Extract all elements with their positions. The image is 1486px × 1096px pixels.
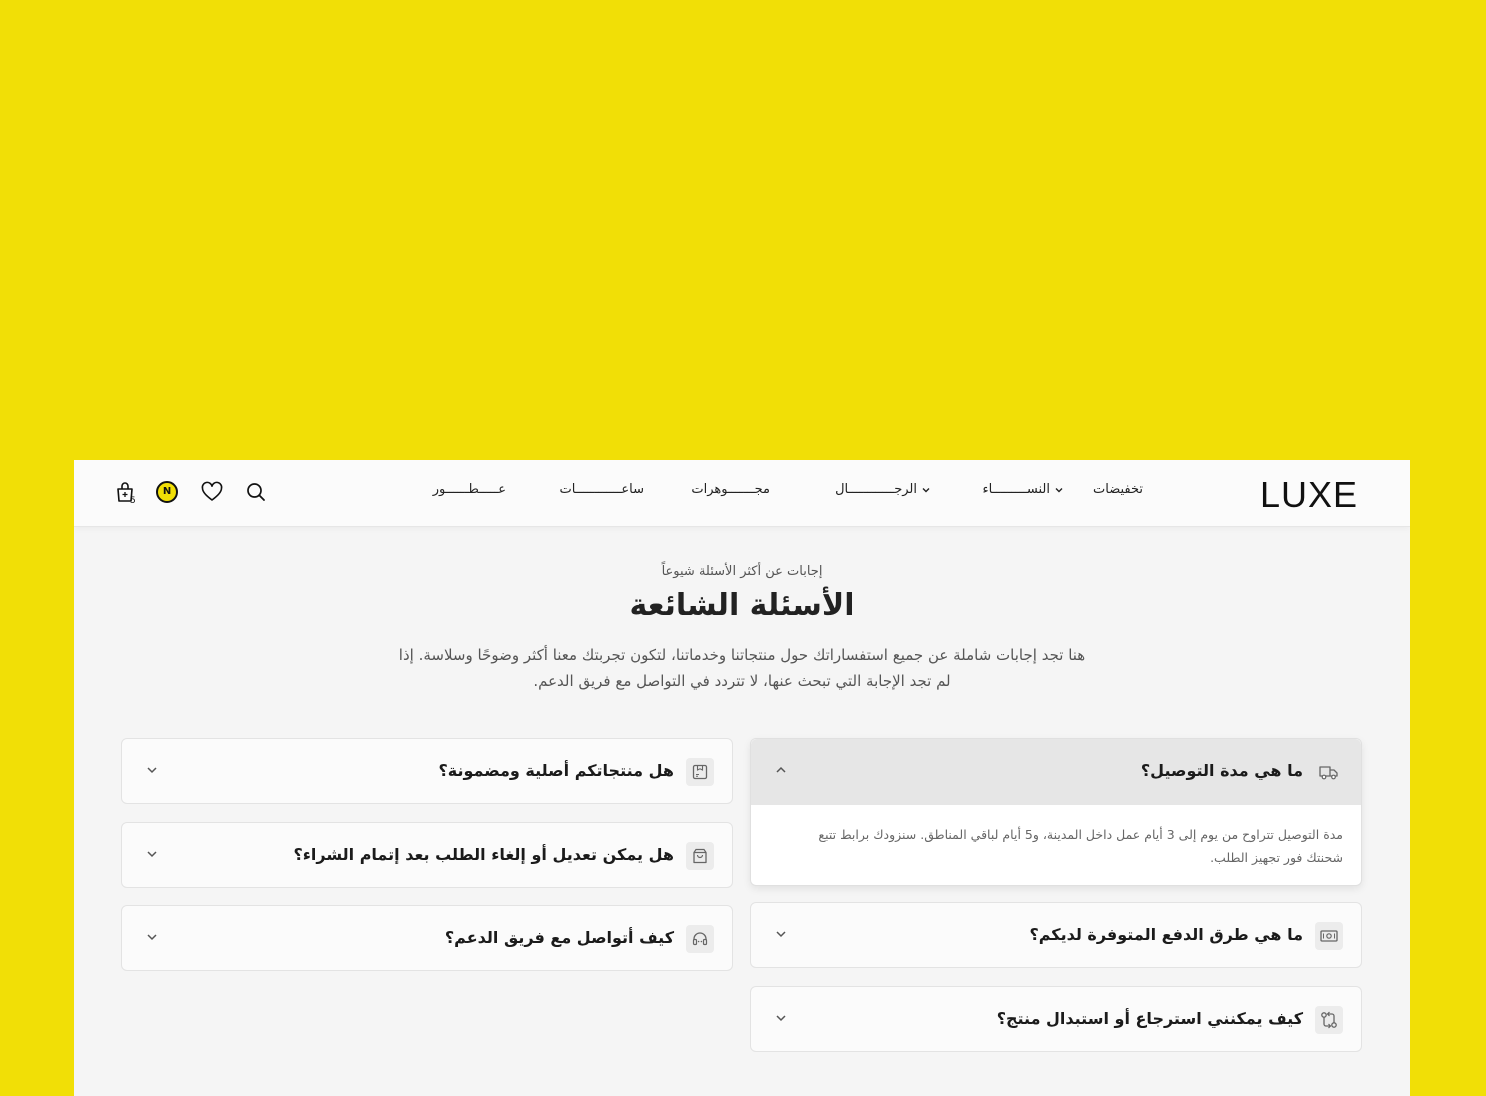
faq-answer: مدة التوصيل تتراوح من يوم إلى 3 أيام عمل… bbox=[818, 827, 1343, 865]
nav-item-jewelry[interactable]: مجـــــــوهرات bbox=[691, 482, 770, 497]
chevron-down-icon[interactable] bbox=[144, 762, 160, 778]
search-icon[interactable] bbox=[244, 480, 268, 504]
faq-item-header[interactable]: ما هي مدة التوصيل؟ bbox=[751, 739, 1361, 805]
faq-question: هل يمكن تعديل أو إلغاء الطلب بعد إتمام ا… bbox=[293, 845, 674, 864]
chevron-down-icon[interactable] bbox=[144, 929, 160, 945]
delivery-truck-icon bbox=[1315, 758, 1343, 786]
luxe-logo[interactable]: LUXE bbox=[1260, 474, 1358, 516]
shopping-bag-icon bbox=[686, 842, 714, 870]
heart-icon[interactable] bbox=[200, 480, 224, 504]
page-title: الأسئلة الشائعة bbox=[629, 588, 855, 623]
certificate-box-icon bbox=[686, 758, 714, 786]
faq-description: هنا تجد إجابات شاملة عن جميع استفساراتك … bbox=[398, 646, 1086, 690]
chevron-down-icon bbox=[1055, 487, 1063, 492]
faq-item-returns[interactable]: كيف يمكنني استرجاع أو استبدال منتج؟ bbox=[750, 986, 1362, 1052]
faq-question: ما هي طرق الدفع المتوفرة لديكم؟ bbox=[1029, 925, 1303, 944]
nav-label: النســـــــــاء bbox=[982, 482, 1050, 497]
faq-item-modify-order[interactable]: هل يمكن تعديل أو إلغاء الطلب بعد إتمام ا… bbox=[121, 822, 733, 888]
nav-item-perfumes[interactable]: عـــــطــــــور bbox=[433, 482, 506, 497]
nav-label: مجـــــــوهرات bbox=[691, 482, 770, 497]
chevron-down-icon[interactable] bbox=[144, 846, 160, 862]
top-navigation-bar: LUXE تخفيضات النســـــــــاء الرجـــــــ… bbox=[74, 460, 1410, 527]
chevron-up-icon[interactable] bbox=[773, 762, 789, 778]
nav-item-sale[interactable]: تخفيضات bbox=[1093, 482, 1143, 497]
faq-item-header[interactable]: هل يمكن تعديل أو إلغاء الطلب بعد إتمام ا… bbox=[122, 823, 732, 889]
exchange-icon bbox=[1315, 1006, 1343, 1034]
faq-item-authentic[interactable]: هل منتجاتكم أصلية ومضمونة؟ bbox=[121, 738, 733, 804]
nav-label: الرجــــــــــــال bbox=[835, 482, 917, 497]
nav-item-women[interactable]: النســـــــــاء bbox=[983, 482, 1064, 497]
faq-item-support[interactable]: كيف أتواصل مع فريق الدعم؟ bbox=[121, 905, 733, 971]
chevron-down-icon bbox=[922, 487, 930, 492]
faq-eyebrow: إجابات عن أكثر الأسئلة شيوعاً bbox=[661, 564, 823, 579]
headset-icon bbox=[686, 925, 714, 953]
faq-item-header[interactable]: كيف أتواصل مع فريق الدعم؟ bbox=[122, 906, 732, 972]
faq-item-header[interactable]: ما هي طرق الدفع المتوفرة لديكم؟ bbox=[751, 903, 1361, 969]
faq-question: كيف يمكنني استرجاع أو استبدال منتج؟ bbox=[996, 1009, 1303, 1028]
nav-label: عـــــطــــــور bbox=[432, 482, 506, 497]
cart-icon[interactable]: 5 bbox=[114, 480, 138, 506]
store-window: LUXE تخفيضات النســـــــــاء الرجـــــــ… bbox=[74, 460, 1410, 1096]
cart-count-badge: 5 bbox=[130, 496, 136, 506]
faq-item-delivery[interactable]: ما هي مدة التوصيل؟ مدة التوصيل تتراوح من… bbox=[750, 738, 1362, 886]
faq-item-payment[interactable]: ما هي طرق الدفع المتوفرة لديكم؟ bbox=[750, 902, 1362, 968]
account-badge-icon[interactable]: N bbox=[156, 481, 178, 503]
faq-question: كيف أتواصل مع فريق الدعم؟ bbox=[444, 928, 674, 947]
chevron-down-icon[interactable] bbox=[773, 1010, 789, 1026]
faq-item-header[interactable]: هل منتجاتكم أصلية ومضمونة؟ bbox=[122, 739, 732, 805]
nav-item-men[interactable]: الرجــــــــــــال bbox=[835, 482, 931, 497]
faq-item-header[interactable]: كيف يمكنني استرجاع أو استبدال منتج؟ bbox=[751, 987, 1361, 1053]
nav-label: ساعــــــــــــات bbox=[559, 482, 644, 497]
nav-item-watches[interactable]: ساعــــــــــــات bbox=[559, 482, 644, 497]
nav-label: تخفيضات bbox=[1093, 482, 1143, 497]
faq-question: ما هي مدة التوصيل؟ bbox=[1140, 761, 1303, 780]
cash-icon bbox=[1315, 922, 1343, 950]
faq-question: هل منتجاتكم أصلية ومضمونة؟ bbox=[438, 761, 674, 780]
chevron-down-icon[interactable] bbox=[773, 926, 789, 942]
